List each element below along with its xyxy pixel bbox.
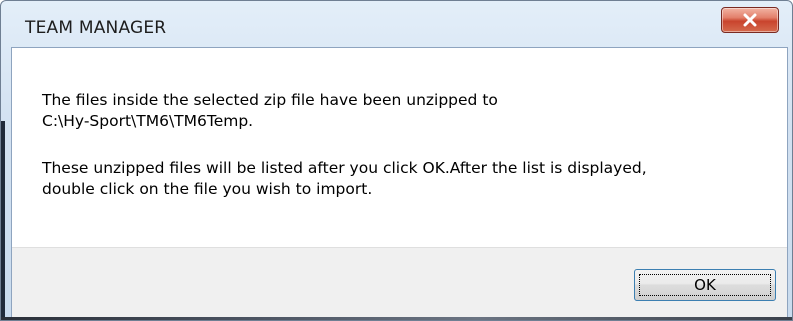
message-line: C:\Hy-Sport\TM6\TM6Temp. — [42, 112, 254, 130]
window-frame-bottom — [1, 317, 792, 320]
window-frame-edge — [1, 121, 5, 320]
title-bar[interactable]: TEAM MANAGER — [1, 1, 792, 47]
dialog-content: The files inside the selected zip file h… — [11, 47, 788, 320]
ok-button-label: OK — [694, 276, 716, 294]
ok-button[interactable]: OK — [634, 269, 776, 301]
close-x-icon — [742, 13, 758, 27]
window-title: TEAM MANAGER — [25, 18, 167, 38]
button-bar: OK — [12, 247, 787, 320]
dialog-window: TEAM MANAGER The files inside the select… — [0, 0, 793, 321]
message-paragraph-2: These unzipped files will be listed afte… — [42, 158, 762, 200]
message-paragraph-1: The files inside the selected zip file h… — [42, 90, 762, 132]
close-button[interactable] — [721, 7, 779, 33]
message-line: double click on the file you wish to imp… — [42, 180, 373, 198]
message-line: These unzipped files will be listed afte… — [42, 159, 647, 177]
message-line: The files inside the selected zip file h… — [42, 91, 498, 109]
